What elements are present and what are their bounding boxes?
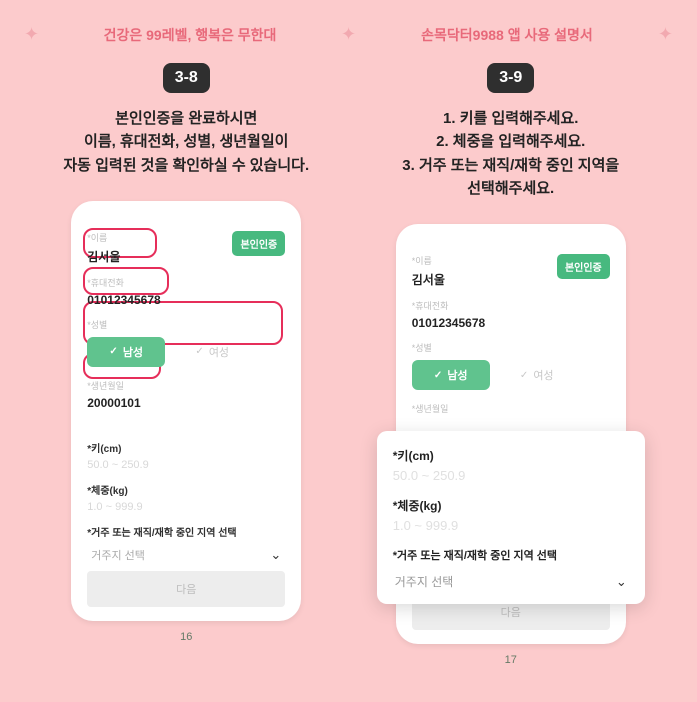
verify-button[interactable]: 본인인증 xyxy=(232,231,285,256)
region-placeholder: 거주지 선택 xyxy=(91,547,145,563)
sparkle-icon: ✦ xyxy=(341,24,356,45)
zoom-panel: *키(cm) 50.0 ~ 250.9 *체중(kg) 1.0 ~ 999.9 … xyxy=(377,431,645,604)
step-badge: 3-8 xyxy=(163,63,210,93)
dob-value[interactable]: 20000101 xyxy=(87,394,285,413)
page-number: 16 xyxy=(180,631,192,643)
gender-female-label: 여성 xyxy=(209,344,229,360)
left-column: 3-8 본인인증을 완료하시면 이름, 휴대전화, 성별, 생년월일이 자동 입… xyxy=(24,45,349,666)
step-badge: 3-9 xyxy=(487,63,534,93)
field-name: *이름 김서울 본인인증 xyxy=(412,254,610,291)
gender-female-chip[interactable]: ✓ 여성 xyxy=(173,337,251,367)
gender-male-chip[interactable]: ✓ 남성 xyxy=(412,360,490,390)
height-label: *키(cm) xyxy=(393,447,629,464)
instructions: 본인인증을 완료하시면 이름, 휴대전화, 성별, 생년월일이 자동 입력된 것… xyxy=(63,107,309,177)
check-icon: ✓ xyxy=(109,346,117,357)
field-gender: *성별 ✓ 남성 ✓ 여성 xyxy=(412,341,610,394)
field-dob: *생년월일 20000101 xyxy=(87,379,285,413)
instruction-line: 본인인증을 완료하시면 xyxy=(63,107,309,130)
next-button[interactable]: 다음 xyxy=(87,571,285,607)
field-gender: *성별 ✓ 남성 ✓ 여성 xyxy=(87,318,285,371)
region-label: *거주 또는 재직/재학 중인 지역 선택 xyxy=(393,547,629,563)
field-name: *이름 김서울 본인인증 xyxy=(87,231,285,268)
header-left-title: 건강은 99레벨, 행복은 무한대 xyxy=(39,25,341,45)
tel-value[interactable]: 01012345678 xyxy=(87,291,285,310)
check-icon: ✓ xyxy=(520,370,528,381)
tel-value[interactable]: 01012345678 xyxy=(412,314,610,333)
chevron-down-icon: ⌄ xyxy=(616,574,627,590)
gender-row: ✓ 남성 ✓ 여성 xyxy=(412,356,610,394)
field-weight: *체중(kg) 1.0 ~ 999.9 xyxy=(87,482,285,516)
right-column: 3-9 1. 키를 입력해주세요. 2. 체중을 입력해주세요. 3. 거주 또… xyxy=(349,45,674,666)
instruction-line: 3. 거주 또는 재직/재학 중인 지역을 xyxy=(402,154,619,177)
phone-mockup: *이름 김서울 본인인증 *휴대전화 01012345678 *성별 ✓ 남성 … xyxy=(71,201,301,621)
weight-label: *체중(kg) xyxy=(87,482,285,497)
dob-label: *생년월일 xyxy=(412,402,610,415)
gender-female-chip[interactable]: ✓ 여성 xyxy=(498,360,576,390)
check-icon: ✓ xyxy=(195,346,203,357)
gender-label: *성별 xyxy=(412,341,610,354)
gender-male-chip[interactable]: ✓ 남성 xyxy=(87,337,165,367)
sparkle-icon: ✦ xyxy=(658,24,673,45)
check-icon: ✓ xyxy=(434,370,442,381)
page-number: 17 xyxy=(505,654,517,666)
weight-input[interactable]: 1.0 ~ 999.9 xyxy=(87,499,285,516)
instruction-line: 선택해주세요. xyxy=(402,177,619,200)
chevron-down-icon: ⌄ xyxy=(270,547,281,563)
instruction-line: 1. 키를 입력해주세요. xyxy=(402,107,619,130)
dob-label: *생년월일 xyxy=(87,379,285,392)
weight-label: *체중(kg) xyxy=(393,497,629,514)
instruction-line: 2. 체중을 입력해주세요. xyxy=(402,130,619,153)
instructions: 1. 키를 입력해주세요. 2. 체중을 입력해주세요. 3. 거주 또는 재직… xyxy=(402,107,619,200)
weight-input[interactable]: 1.0 ~ 999.9 xyxy=(393,518,629,533)
instruction-line: 이름, 휴대전화, 성별, 생년월일이 xyxy=(63,130,309,153)
gender-male-label: 남성 xyxy=(123,344,143,360)
content-row: 3-8 본인인증을 완료하시면 이름, 휴대전화, 성별, 생년월일이 자동 입… xyxy=(0,45,697,666)
field-tel: *휴대전화 01012345678 xyxy=(412,299,610,333)
instruction-line: 자동 입력된 것을 확인하실 수 있습니다. xyxy=(63,154,309,177)
region-select[interactable]: 거주지 선택 ⌄ xyxy=(393,573,629,590)
height-input[interactable]: 50.0 ~ 250.9 xyxy=(393,468,629,483)
height-label: *키(cm) xyxy=(87,440,285,455)
sparkle-icon: ✦ xyxy=(24,24,39,45)
region-placeholder: 거주지 선택 xyxy=(395,573,454,590)
gender-male-label: 남성 xyxy=(447,367,467,383)
tel-label: *휴대전화 xyxy=(412,299,610,312)
field-tel: *휴대전화 01012345678 xyxy=(87,276,285,310)
gender-label: *성별 xyxy=(87,318,285,331)
header-right-title: 손목닥터9988 앱 사용 설명서 xyxy=(356,25,658,45)
height-input[interactable]: 50.0 ~ 250.9 xyxy=(87,457,285,474)
verify-button[interactable]: 본인인증 xyxy=(557,254,610,279)
field-height: *키(cm) 50.0 ~ 250.9 xyxy=(87,440,285,474)
gender-row: ✓ 남성 ✓ 여성 xyxy=(87,333,285,371)
region-select[interactable]: 거주지 선택 ⌄ xyxy=(87,541,285,563)
field-dob: *생년월일 xyxy=(412,402,610,417)
header-row: ✦ 건강은 99레벨, 행복은 무한대 ✦ 손목닥터9988 앱 사용 설명서 … xyxy=(0,24,697,45)
tel-label: *휴대전화 xyxy=(87,276,285,289)
field-region: *거주 또는 재직/재학 중인 지역 선택 거주지 선택 ⌄ xyxy=(87,524,285,563)
region-label: *거주 또는 재직/재학 중인 지역 선택 xyxy=(87,524,285,539)
panel-weight: *체중(kg) 1.0 ~ 999.9 xyxy=(393,497,629,533)
panel-region: *거주 또는 재직/재학 중인 지역 선택 거주지 선택 ⌄ xyxy=(393,547,629,590)
panel-height: *키(cm) 50.0 ~ 250.9 xyxy=(393,447,629,483)
gender-female-label: 여성 xyxy=(533,367,553,383)
